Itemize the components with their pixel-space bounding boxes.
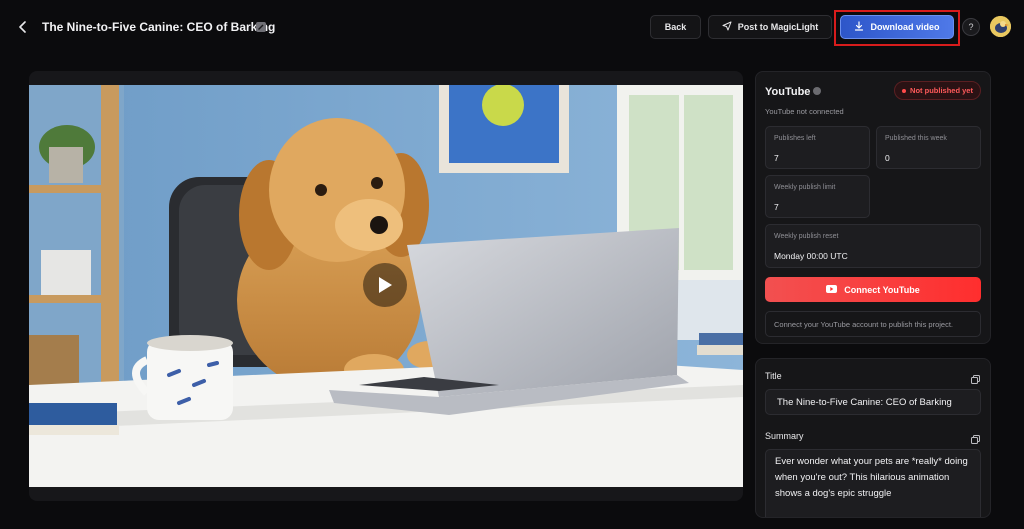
avatar[interactable] bbox=[990, 16, 1011, 37]
status-badge-label: Not published yet bbox=[910, 86, 973, 95]
download-button-label: Download video bbox=[870, 22, 940, 32]
stat-value: 7 bbox=[774, 153, 779, 163]
post-to-magiclight-button[interactable]: Post to MagicLight bbox=[708, 15, 832, 39]
title-label: Title bbox=[765, 371, 782, 381]
top-bar: The Nine-to-Five Canine: CEO of Barking … bbox=[0, 0, 1024, 56]
send-icon bbox=[722, 21, 732, 33]
youtube-title: YouTube bbox=[765, 86, 811, 98]
connect-note: Connect your YouTube account to publish … bbox=[765, 311, 981, 337]
stat-value: Monday 00:00 UTC bbox=[774, 251, 848, 261]
status-badge: Not published yet bbox=[894, 81, 981, 100]
stat-label: Publishes left bbox=[774, 135, 816, 142]
download-icon bbox=[854, 21, 864, 33]
download-video-button[interactable]: Download video bbox=[840, 15, 954, 39]
play-button[interactable] bbox=[363, 263, 407, 307]
metadata-panel: Title The Nine-to-Five Canine: CEO of Ba… bbox=[755, 358, 991, 518]
stat-value: 0 bbox=[885, 153, 890, 163]
copy-icon[interactable] bbox=[971, 431, 980, 444]
info-icon[interactable] bbox=[813, 87, 821, 95]
video-thumbnail[interactable] bbox=[29, 85, 743, 487]
summary-label: Summary bbox=[765, 431, 804, 441]
video-preview-card bbox=[29, 71, 743, 501]
connect-youtube-button[interactable]: Connect YouTube bbox=[765, 277, 981, 302]
stat-value: 7 bbox=[774, 202, 779, 212]
stat-publishes-left: Publishes left 7 bbox=[765, 126, 870, 169]
youtube-panel: YouTube Not published yet YouTube not co… bbox=[755, 71, 991, 344]
title-field[interactable]: The Nine-to-Five Canine: CEO of Barking bbox=[765, 389, 981, 415]
stat-label: Published this week bbox=[885, 135, 947, 142]
stat-published-this-week: Published this week 0 bbox=[876, 126, 981, 169]
help-icon[interactable]: ? bbox=[962, 18, 980, 36]
summary-field[interactable]: Ever wonder what your pets are *really* … bbox=[765, 449, 981, 517]
copy-icon[interactable] bbox=[971, 371, 980, 384]
back-button-label: Back bbox=[664, 22, 687, 32]
back-arrow-icon[interactable] bbox=[14, 17, 32, 37]
connection-status: YouTube not connected bbox=[765, 107, 844, 116]
stat-label: Weekly publish limit bbox=[774, 184, 836, 191]
stat-weekly-reset: Weekly publish reset Monday 00:00 UTC bbox=[765, 224, 981, 268]
stat-weekly-limit: Weekly publish limit 7 bbox=[765, 175, 870, 218]
back-button[interactable]: Back bbox=[650, 15, 701, 39]
stat-label: Weekly publish reset bbox=[774, 233, 839, 240]
status-dot-icon bbox=[902, 88, 907, 93]
connect-button-label: Connect YouTube bbox=[844, 284, 920, 295]
page-title: The Nine-to-Five Canine: CEO of Barking bbox=[42, 20, 276, 34]
youtube-icon bbox=[826, 284, 838, 295]
post-button-label: Post to MagicLight bbox=[737, 22, 819, 32]
edit-icon[interactable] bbox=[255, 20, 267, 32]
